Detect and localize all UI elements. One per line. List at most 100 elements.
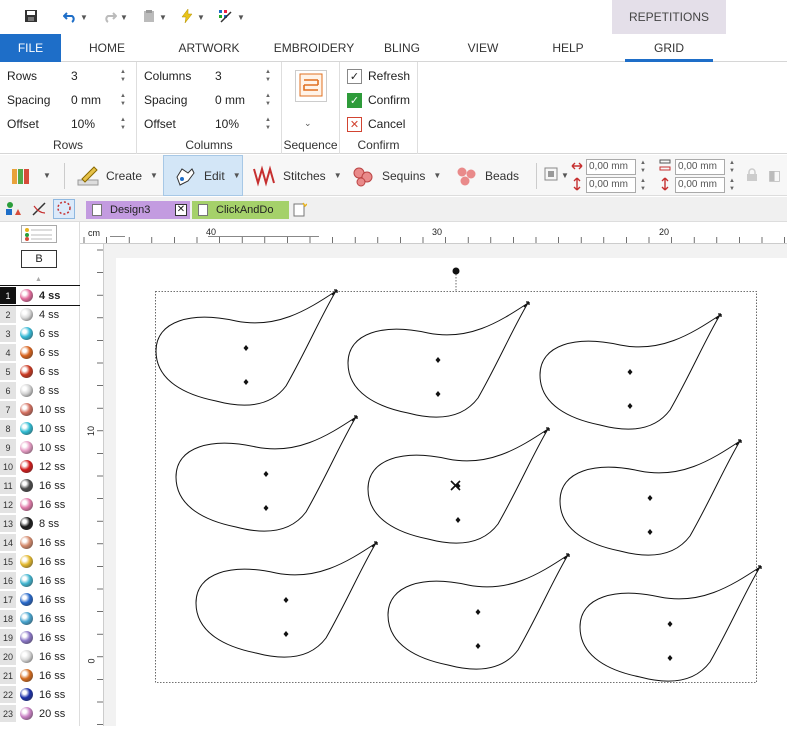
lightning-button[interactable]: ▼ xyxy=(180,7,205,26)
palette-item[interactable]: 15 16 ss xyxy=(0,552,80,571)
tab-view[interactable]: VIEW xyxy=(458,34,508,62)
stitches-button[interactable]: Stitches ▼ xyxy=(253,155,342,196)
lock-icon[interactable] xyxy=(746,168,758,185)
teardrop-shape[interactable] xyxy=(579,565,762,682)
palette-item[interactable]: 12 16 ss xyxy=(0,495,80,514)
anchor-marker[interactable] xyxy=(243,345,249,351)
scroll-up-icon[interactable]: ▲ xyxy=(35,276,42,283)
sequins-button[interactable]: Sequins ▼ xyxy=(352,155,441,196)
tab-file[interactable]: FILE xyxy=(0,34,61,62)
save-button[interactable] xyxy=(24,8,38,26)
teardrop-shape[interactable] xyxy=(559,439,742,556)
teardrop-shape[interactable] xyxy=(539,313,722,430)
anchor-marker[interactable] xyxy=(647,495,653,501)
cancel-button[interactable]: ✕ Cancel xyxy=(347,114,405,134)
more-icon[interactable]: ◧ xyxy=(768,167,781,184)
chevron-down-icon[interactable]: ⌄ xyxy=(304,118,312,129)
horizontal-gap-spinner[interactable]: ▲ ▼ xyxy=(728,159,736,175)
palette-item[interactable]: 3 6 ss xyxy=(0,324,80,343)
design-canvas[interactable] xyxy=(104,244,787,726)
anchor-marker[interactable] xyxy=(243,379,249,385)
palette-item[interactable]: 1 4 ss xyxy=(0,285,81,306)
palette-item[interactable]: 16 16 ss xyxy=(0,571,80,590)
rows-spacing-spinner[interactable]: ▲ ▼ xyxy=(119,92,127,108)
anchor-marker[interactable] xyxy=(435,357,441,363)
columns-offset-field[interactable]: Offset 10% ▲ ▼ xyxy=(137,114,281,134)
anchor-marker[interactable] xyxy=(435,391,441,397)
teardrop-shape[interactable] xyxy=(347,301,530,418)
teardrop-shape[interactable] xyxy=(155,289,338,406)
undo-button[interactable]: ▼ xyxy=(62,8,88,26)
create-button[interactable]: Create ▼ xyxy=(76,155,158,196)
teardrop-shape[interactable] xyxy=(175,415,358,532)
tab-embroidery[interactable]: EMBROIDERY xyxy=(270,34,358,62)
tab-home[interactable]: HOME xyxy=(75,34,139,62)
palette-item[interactable]: 23 20 ss xyxy=(0,704,80,723)
columns-count-field[interactable]: Columns 3 ▲ ▼ xyxy=(137,66,281,86)
palette-item[interactable]: 8 10 ss xyxy=(0,419,80,438)
columns-spacing-spinner[interactable]: ▲ ▼ xyxy=(264,92,272,108)
palette-item[interactable]: 2 4 ss xyxy=(0,305,80,324)
columns-spacing-value[interactable]: 0 mm xyxy=(215,93,245,107)
palette-item[interactable]: 18 16 ss xyxy=(0,609,80,628)
close-icon[interactable]: ✕ xyxy=(175,204,187,216)
palette-item[interactable]: 14 16 ss xyxy=(0,533,80,552)
design-workspace[interactable] xyxy=(104,244,787,726)
shapes-icon[interactable] xyxy=(5,201,21,220)
anchor-marker[interactable] xyxy=(667,655,673,661)
palette-item[interactable]: 6 8 ss xyxy=(0,381,80,400)
beads-button[interactable]: Beads xyxy=(455,155,519,196)
vertical-spacing-spinner[interactable]: ▲ ▼ xyxy=(639,177,647,193)
palette-item[interactable]: 17 16 ss xyxy=(0,590,80,609)
vertical-gap-spinner[interactable]: ▲ ▼ xyxy=(728,177,736,193)
rows-value[interactable]: 3 xyxy=(71,69,78,83)
clipboard-button[interactable]: ▼ xyxy=(142,8,167,26)
refresh-button[interactable]: ✓ Refresh xyxy=(347,66,410,86)
palette-item[interactable]: 22 16 ss xyxy=(0,685,80,704)
palette-item[interactable]: 10 12 ss xyxy=(0,457,80,476)
columns-spacing-field[interactable]: Spacing 0 mm ▲ ▼ xyxy=(137,90,281,110)
palette-preview-thumbnail[interactable] xyxy=(21,225,57,243)
redo-button[interactable]: ▼ xyxy=(103,8,128,26)
columns-offset-value[interactable]: 10% xyxy=(215,117,239,131)
anchor-marker[interactable] xyxy=(263,471,269,477)
columns-spinner[interactable]: ▲ ▼ xyxy=(264,68,272,84)
palette-item[interactable]: 19 16 ss xyxy=(0,628,80,647)
anchor-marker[interactable] xyxy=(627,403,633,409)
context-tab-repetitions[interactable]: REPETITIONS xyxy=(612,0,726,34)
doc-tab-clickanddo[interactable]: ClickAndDo xyxy=(192,201,289,219)
palette-letter-button[interactable]: B xyxy=(21,250,57,268)
vertical-spacing-input[interactable]: 0,00 mm xyxy=(586,177,636,193)
columns-offset-spinner[interactable]: ▲ ▼ xyxy=(264,116,272,132)
palette-item[interactable]: 20 16 ss xyxy=(0,647,80,666)
anchor-marker[interactable] xyxy=(455,517,461,523)
rows-offset-spinner[interactable]: ▲ ▼ xyxy=(119,116,127,132)
confirm-button[interactable]: ✓ Confirm xyxy=(347,90,410,110)
horizontal-spacing-spinner[interactable]: ▲ ▼ xyxy=(639,159,647,175)
teardrop-shape[interactable] xyxy=(367,427,550,544)
columns-value[interactable]: 3 xyxy=(215,69,222,83)
palette-item[interactable]: 5 6 ss xyxy=(0,362,80,381)
palette-item[interactable]: 7 10 ss xyxy=(0,400,80,419)
horizontal-spacing-input[interactable]: 0,00 mm xyxy=(586,159,636,175)
tab-grid[interactable]: GRID xyxy=(625,34,713,62)
anchor-marker[interactable] xyxy=(283,631,289,637)
grid-magic-button[interactable]: ▼ xyxy=(218,8,245,26)
anchor-marker[interactable] xyxy=(627,369,633,375)
align-menu-button[interactable]: ▼ xyxy=(544,155,569,196)
rows-spacing-field[interactable]: Spacing 0 mm ▲ ▼ xyxy=(0,90,136,110)
palette-item[interactable]: 11 16 ss xyxy=(0,476,80,495)
vertical-gap-input[interactable]: 0,00 mm xyxy=(675,177,725,193)
tab-help[interactable]: HELP xyxy=(542,34,594,62)
drop-shapes-grid[interactable] xyxy=(155,289,762,682)
anchor-marker[interactable] xyxy=(263,505,269,511)
tab-artwork[interactable]: ARTWORK xyxy=(170,34,248,62)
doc-tab-design3[interactable]: Design3 ✕ xyxy=(86,201,190,219)
rows-count-field[interactable]: Rows 3 ▲ ▼ xyxy=(0,66,136,86)
edit-button[interactable]: Edit ▼ xyxy=(163,155,243,196)
horizontal-gap-input[interactable]: 0,00 mm xyxy=(675,159,725,175)
anchor-marker[interactable] xyxy=(475,643,481,649)
palette-item[interactable]: 13 8 ss xyxy=(0,514,80,533)
palette-item[interactable]: 4 6 ss xyxy=(0,343,80,362)
teardrop-shape[interactable] xyxy=(195,541,378,658)
